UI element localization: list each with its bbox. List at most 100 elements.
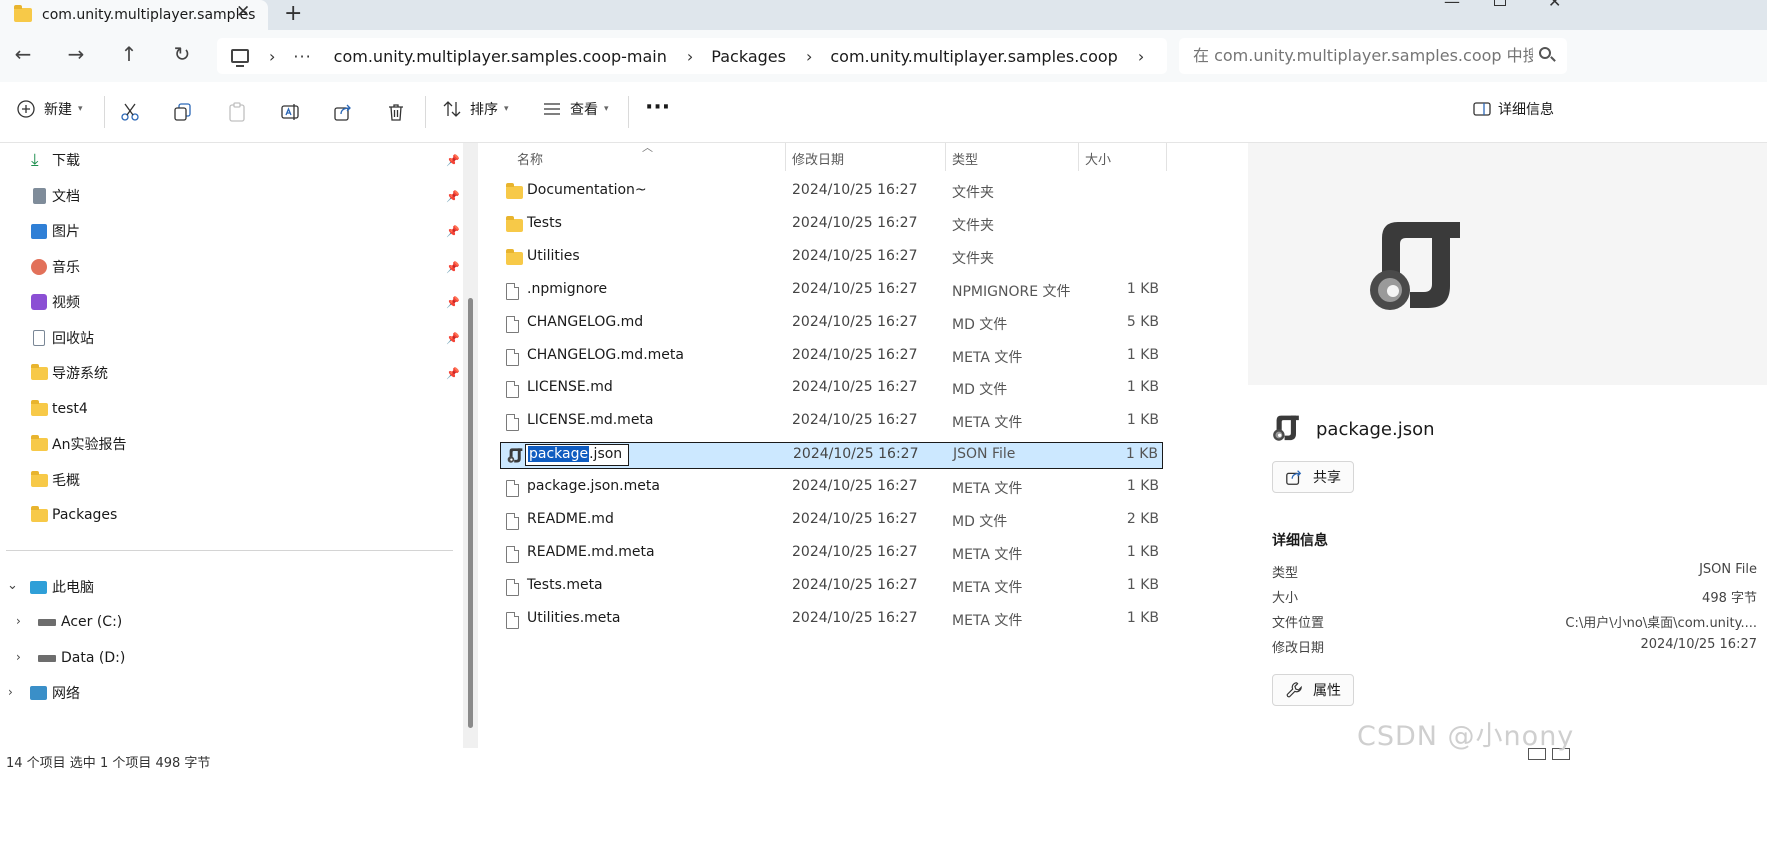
sidebar-item-folder[interactable]: 毛概 (0, 464, 460, 496)
sort-label: 排序 (470, 102, 498, 118)
breadcrumb-item[interactable]: com.unity.multiplayer.samples.coop-main (334, 47, 667, 66)
cut-icon[interactable] (120, 102, 140, 122)
column-divider[interactable] (785, 143, 786, 171)
scrollbar-thumb[interactable] (468, 298, 473, 728)
new-tab-button[interactable]: + (284, 1, 302, 26)
sidebar-item-network[interactable]: › 网络 (0, 677, 460, 709)
file-row[interactable]: README.md.meta 2024/10/25 16:27 META 文件 1 K… (500, 541, 1163, 568)
sidebar-item-this-pc[interactable]: ⌄ 此电脑 (0, 571, 460, 603)
file-row[interactable]: LICENSE.md 2024/10/25 16:27 MD 文件 1 KB (500, 376, 1163, 403)
file-row[interactable]: Tests 2024/10/25 16:27 文件夹 (500, 212, 1163, 239)
sidebar-item-folder[interactable]: An实验报告 (0, 428, 460, 460)
search-input[interactable] (1193, 46, 1533, 65)
view-button[interactable]: 查看 ▾ (542, 99, 609, 119)
sidebar-item-pictures[interactable]: 图片 📌 (0, 215, 460, 247)
search-icon[interactable] (1539, 47, 1551, 59)
sidebar-item-tour-system[interactable]: 导游系统 📌 (0, 357, 460, 389)
file-row[interactable]: package.json.meta 2024/10/25 16:27 META 文件… (500, 475, 1163, 502)
share-button[interactable]: 共享 (1272, 461, 1354, 493)
refresh-button[interactable]: ↻ (169, 42, 195, 66)
details-section-title: 详细信息 (1272, 533, 1328, 549)
sidebar-item-videos[interactable]: 视频 📌 (0, 286, 460, 318)
breadcrumb-item[interactable]: com.unity.multiplayer.samples.coop (830, 47, 1117, 66)
column-divider[interactable] (945, 143, 946, 171)
tab-current[interactable]: com.unity.multiplayer.samples ✕ (0, 0, 268, 30)
file-row[interactable]: Documentation~ 2024/10/25 16:27 文件夹 (500, 179, 1163, 206)
column-header-type[interactable]: 类型 (952, 149, 978, 168)
close-tab-icon[interactable]: ✕ (236, 2, 250, 22)
back-button[interactable]: ← (10, 42, 36, 66)
paste-icon[interactable] (227, 102, 247, 122)
sidebar-item-documents[interactable]: 文档 📌 (0, 180, 460, 212)
file-row[interactable]: .npmignore 2024/10/25 16:27 NPMIGNORE 文件 1 … (500, 278, 1163, 305)
sort-icon (443, 101, 461, 117)
rename-input[interactable]: package.json (525, 444, 629, 467)
chevron-right-icon[interactable]: › (806, 47, 812, 66)
file-name: package.json.meta (527, 478, 660, 495)
file-type: MD 文件 (952, 514, 1008, 530)
minimize-icon[interactable]: — (1444, 0, 1460, 11)
chevron-right-icon[interactable]: › (16, 614, 21, 628)
search-box[interactable] (1179, 38, 1567, 74)
sidebar-scrollbar[interactable] (463, 143, 478, 748)
file-name: Utilities (527, 247, 580, 264)
up-button[interactable]: ↑ (116, 42, 142, 66)
maximize-icon[interactable] (1494, 0, 1506, 6)
properties-button[interactable]: 属性 (1272, 674, 1354, 706)
see-more-button[interactable]: ··· (645, 95, 670, 120)
pin-icon[interactable]: 📌 (446, 225, 460, 238)
breadcrumb-overflow[interactable]: ··· (293, 47, 311, 66)
sidebar-item-music[interactable]: 音乐 📌 (0, 251, 460, 283)
details-pane-button[interactable]: 详细信息 (1472, 99, 1554, 119)
share-icon[interactable] (333, 102, 353, 122)
chevron-right-icon[interactable]: › (16, 650, 21, 664)
file-row[interactable]: LICENSE.md.meta 2024/10/25 16:27 META 文件 1 … (500, 409, 1163, 436)
file-row[interactable]: package.json 2024/10/25 16:27 JSON File 1 K… (500, 442, 1163, 470)
file-type: MD 文件 (952, 316, 1008, 333)
sidebar-item-drive-d[interactable]: › Data (D:) (0, 642, 460, 674)
chevron-right-icon[interactable]: › (687, 47, 693, 66)
copy-icon[interactable] (173, 102, 193, 122)
pin-icon[interactable]: 📌 (446, 154, 460, 167)
pin-icon[interactable]: 📌 (446, 296, 460, 309)
file-type: META 文件 (952, 579, 1023, 596)
column-divider[interactable] (1078, 143, 1079, 171)
chevron-down-icon[interactable]: ⌄ (7, 578, 18, 593)
new-button[interactable]: 新建 ▾ (16, 99, 83, 119)
this-pc-icon[interactable] (231, 49, 249, 67)
sort-button[interactable]: 排序 ▾ (442, 99, 509, 119)
column-header-name[interactable]: 名称 (517, 149, 543, 168)
column-divider[interactable] (1166, 143, 1167, 171)
sidebar-item-downloads[interactable]: ⤓ 下载 📌 (0, 144, 460, 176)
pin-icon[interactable]: 📌 (446, 190, 460, 203)
pin-icon[interactable]: 📌 (446, 367, 460, 380)
chevron-right-icon[interactable]: › (8, 685, 13, 699)
file-row[interactable]: Utilities 2024/10/25 16:27 文件夹 (500, 245, 1163, 272)
chevron-right-icon[interactable]: › (269, 47, 275, 66)
sidebar-item-drive-c[interactable]: › Acer (C:) (0, 606, 460, 638)
folder-icon (31, 505, 48, 522)
pin-icon[interactable]: 📌 (446, 261, 460, 274)
file-row[interactable]: CHANGELOG.md.meta 2024/10/25 16:27 META 文件… (500, 344, 1163, 371)
file-row[interactable]: README.md 2024/10/25 16:27 MD 文件 2 KB (500, 508, 1163, 535)
file-row[interactable]: CHANGELOG.md 2024/10/25 16:27 MD 文件 5 KB (500, 311, 1163, 338)
address-bar[interactable]: › ··· com.unity.multiplayer.samples.coop… (217, 38, 1167, 74)
breadcrumb-item[interactable]: Packages (711, 47, 786, 66)
file-row[interactable]: Tests.meta 2024/10/25 16:27 META 文件 1 KB (500, 574, 1163, 601)
delete-icon[interactable] (386, 102, 406, 122)
sidebar-item-folder[interactable]: test4 (0, 393, 460, 425)
file-row[interactable]: Utilities.meta 2024/10/25 16:27 META 文件 1 K… (500, 607, 1163, 634)
sidebar-item-recycle-bin[interactable]: 回收站 📌 (0, 322, 460, 354)
rename-icon[interactable] (280, 102, 300, 122)
details-file-name: package.json (1316, 419, 1435, 440)
rename-text: package.json (528, 446, 622, 463)
file-icon (506, 545, 519, 567)
forward-button[interactable]: → (63, 42, 89, 66)
navigation-bar: ← → ↑ ↻ › ··· com.unity.multiplayer.samp… (0, 30, 1767, 82)
column-header-date[interactable]: 修改日期 (792, 149, 844, 168)
pin-icon[interactable]: 📌 (446, 332, 460, 345)
column-header-size[interactable]: 大小 (1085, 149, 1111, 168)
close-window-icon[interactable]: ✕ (1548, 0, 1561, 11)
sidebar-item-folder[interactable]: Packages (0, 499, 460, 531)
chevron-right-icon[interactable]: › (1138, 47, 1144, 66)
